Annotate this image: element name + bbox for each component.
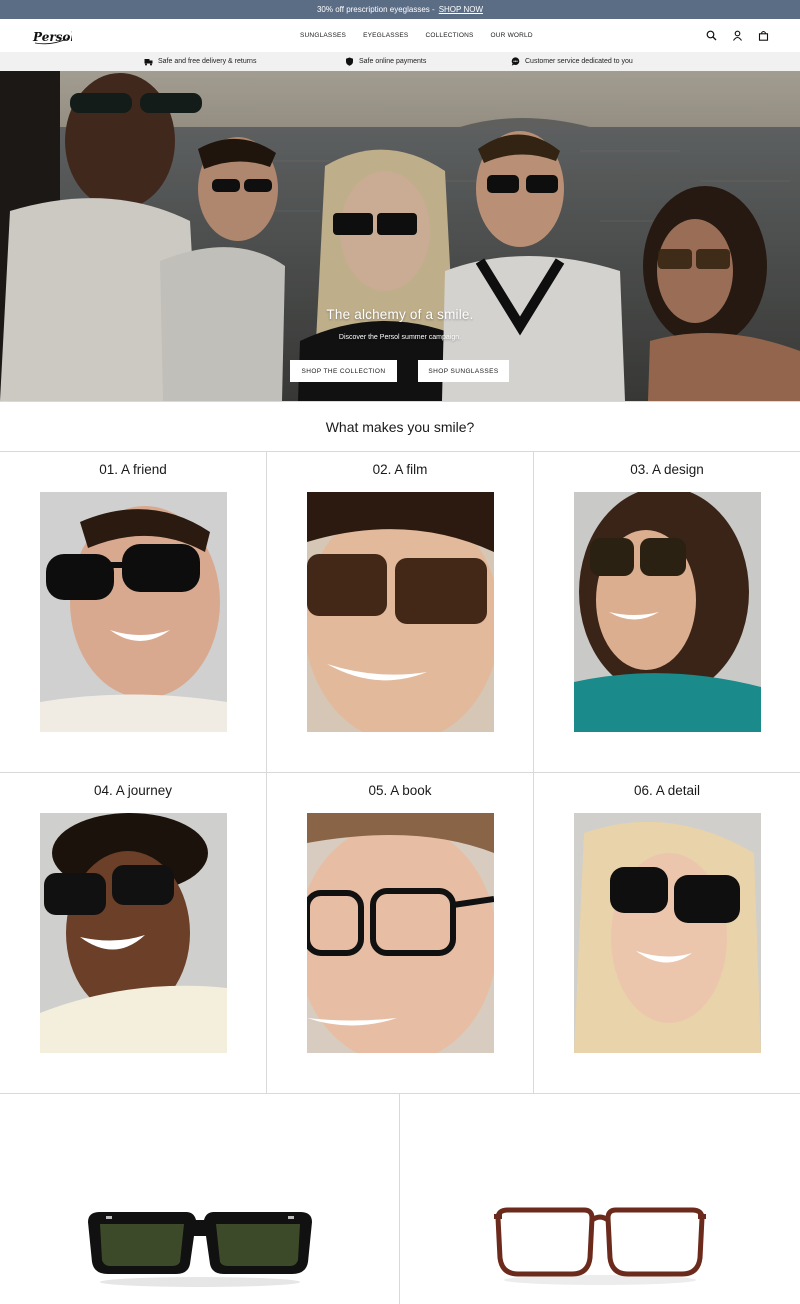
delivery-icon — [144, 59, 153, 66]
product-card-sunglasses[interactable] — [0, 1094, 400, 1304]
nav-sunglasses[interactable]: SUNGLASSES — [300, 32, 346, 39]
sunglasses-product-icon — [88, 1212, 312, 1287]
eyeglasses-product-icon — [494, 1207, 706, 1285]
promo-bar: 30% off prescription eyeglasses - SHOP N… — [0, 0, 800, 19]
account-icon[interactable] — [730, 28, 744, 42]
card-portrait — [574, 813, 761, 1053]
hero-banner: The alchemy of a smile. Discover the Per… — [0, 71, 800, 401]
bag-icon[interactable] — [756, 28, 770, 42]
shop-sunglasses-button[interactable]: SHOP SUNGLASSES — [418, 360, 509, 382]
service-info-bar: Safe and free delivery & returns Safe on… — [0, 52, 800, 71]
card-title: 03. A design — [630, 462, 704, 477]
info-payments: Safe online payments — [345, 52, 426, 71]
card-title: 05. A book — [368, 783, 432, 798]
promo-text: 30% off prescription eyeglasses - — [316, 5, 435, 14]
card-a-detail[interactable]: 06. A detail — [534, 773, 800, 1094]
card-a-film[interactable]: 02. A film — [267, 452, 534, 773]
info-service-text: Customer service dedicated to you — [525, 58, 633, 65]
info-payments-text: Safe online payments — [359, 58, 427, 65]
products-row — [0, 1093, 800, 1304]
card-portrait — [40, 492, 227, 732]
product-card-eyeglasses[interactable] — [400, 1094, 800, 1304]
card-a-journey[interactable]: 04. A journey — [0, 773, 267, 1094]
shop-now-link[interactable]: SHOP NOW — [439, 5, 483, 14]
card-portrait — [574, 492, 761, 732]
info-service: Customer service dedicated to you — [511, 52, 633, 71]
search-icon[interactable] — [704, 28, 718, 42]
nav-collections[interactable]: COLLECTIONS — [425, 32, 473, 39]
hero-title: The alchemy of a smile. — [326, 307, 474, 322]
shop-collection-button[interactable]: SHOP THE COLLECTION — [290, 360, 397, 382]
nav-eyeglasses[interactable]: EYEGLASSES — [363, 32, 408, 39]
card-portrait — [307, 492, 494, 732]
card-portrait — [307, 813, 494, 1053]
persol-logo[interactable]: Persol — [32, 24, 75, 48]
card-title: 06. A detail — [633, 783, 701, 798]
smile-grid: 01. A friend 02. A film 03. A design 04.… — [0, 452, 800, 1094]
hero-group-photo — [0, 71, 800, 401]
site-header: Persol SUNGLASSES EYEGLASSES COLLECTIONS… — [0, 19, 800, 52]
logo-text: Persol — [32, 30, 72, 44]
nav-our-world[interactable]: OUR WORLD — [491, 32, 533, 39]
main-nav: SUNGLASSES EYEGLASSES COLLECTIONS OUR WO… — [300, 19, 533, 52]
hero-subtitle: Discover the Persol summer campaign. — [338, 334, 462, 341]
info-delivery-text: Safe and free delivery & returns — [158, 58, 257, 65]
card-a-design[interactable]: 03. A design — [534, 452, 800, 773]
section-title: What makes you smile? — [0, 401, 800, 452]
info-delivery: Safe and free delivery & returns — [144, 52, 256, 71]
card-portrait — [40, 813, 227, 1053]
card-title: 01. A friend — [99, 462, 167, 477]
card-a-book[interactable]: 05. A book — [267, 773, 534, 1094]
chat-icon — [511, 57, 520, 66]
shield-icon — [346, 57, 353, 66]
header-icons — [704, 28, 770, 42]
card-a-friend[interactable]: 01. A friend — [0, 452, 267, 773]
card-title: 02. A film — [372, 462, 428, 477]
card-title: 04. A journey — [93, 783, 173, 798]
